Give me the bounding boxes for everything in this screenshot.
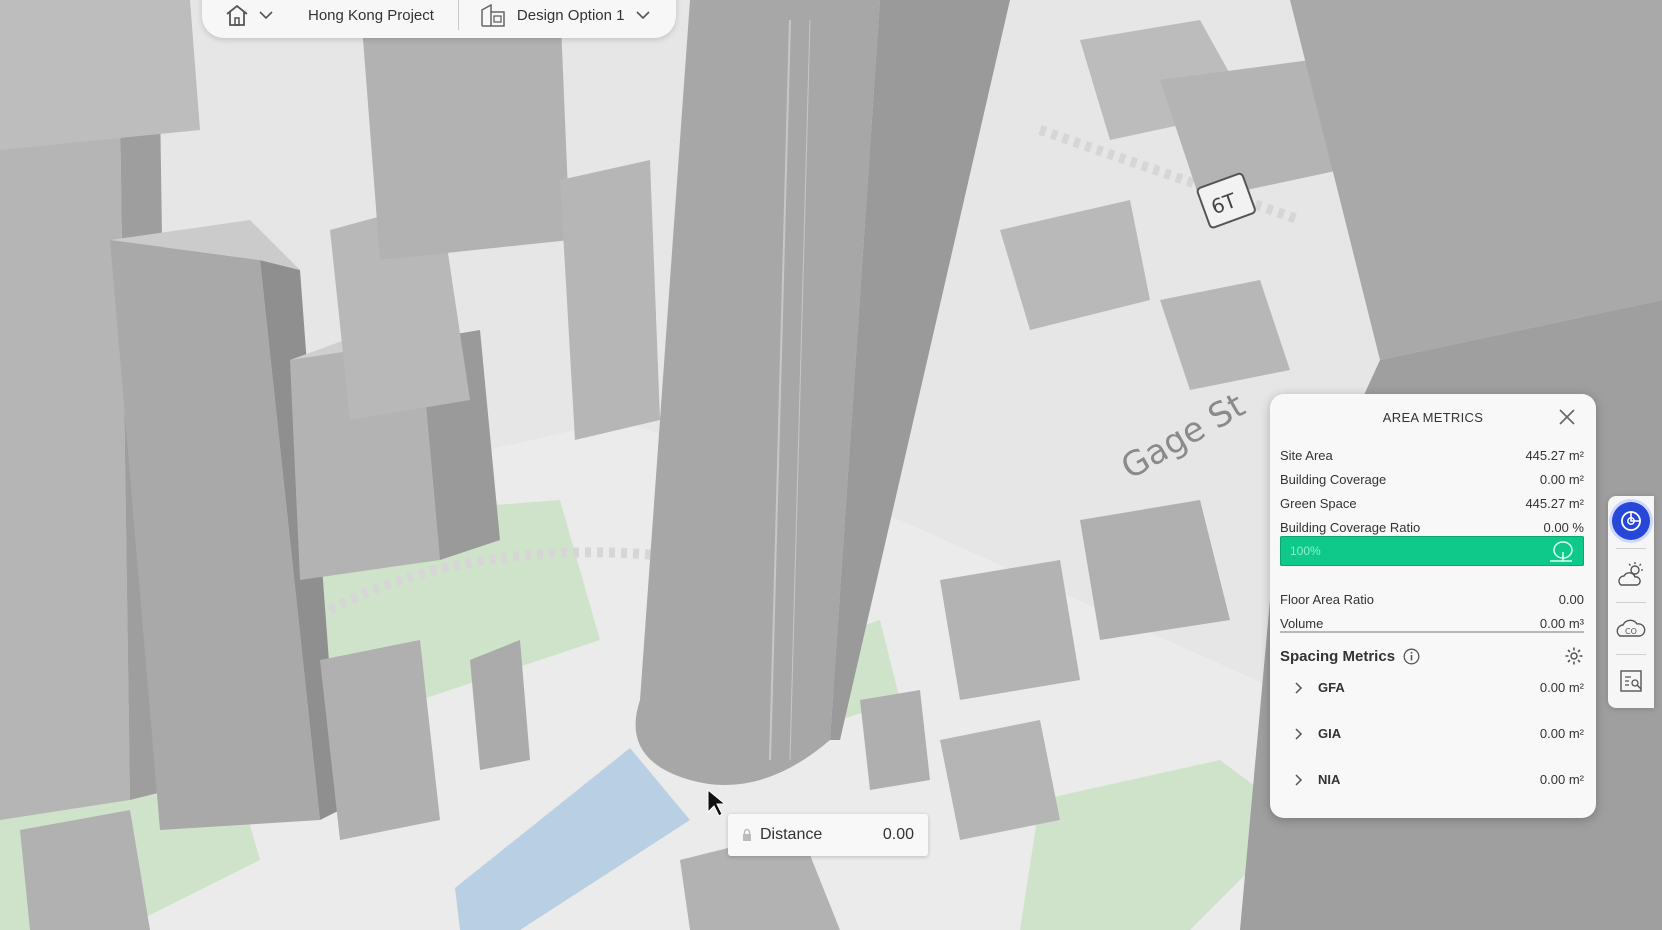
toolbar-divider	[457, 0, 459, 30]
toolbar-divider	[1616, 654, 1646, 655]
analysis-toolbar: CO	[1608, 496, 1654, 708]
distance-readout: Distance 0.00	[728, 814, 928, 856]
project-toolbar: Hong Kong Project Design Option 1	[202, 0, 676, 38]
tree-icon	[1550, 541, 1573, 562]
metric-label: Building Coverage Ratio	[1280, 520, 1421, 535]
metric-label: Volume	[1280, 616, 1324, 631]
metric-value: 445.27 m²	[1525, 496, 1584, 511]
design-option-label: Design Option 1	[516, 6, 625, 24]
chevron-down-icon	[635, 11, 650, 20]
report-button[interactable]	[1612, 662, 1650, 700]
close-icon[interactable]	[1558, 408, 1576, 426]
metric-row-building-coverage: Building Coverage 0.00 m²	[1280, 472, 1584, 487]
metric-value: 0.00 m²	[1539, 472, 1584, 487]
chevron-right-icon	[1295, 773, 1303, 786]
expand-value: 0.00 m²	[1539, 680, 1584, 695]
carbon-analysis-button[interactable]: CO	[1612, 608, 1650, 646]
expand-label: GIA	[1318, 726, 1342, 741]
panel-title: AREA METRICS	[1382, 410, 1484, 425]
metric-row-floor-area-ratio: Floor Area Ratio 0.00	[1280, 592, 1584, 607]
metric-value: 0.00 %	[1543, 520, 1584, 535]
distance-value[interactable]: 0.00	[883, 826, 914, 844]
metrics-icon	[1621, 511, 1641, 531]
area-metrics-button[interactable]	[1612, 502, 1650, 540]
toolbar-divider	[1616, 548, 1646, 549]
coverage-bar-label: 100%	[1290, 544, 1321, 558]
toolbar-divider	[1616, 602, 1646, 603]
metric-value: 445.27 m²	[1525, 448, 1584, 463]
svg-text:CO: CO	[1625, 627, 1637, 636]
gear-icon[interactable]	[1564, 646, 1584, 666]
distance-label: Distance	[760, 826, 823, 843]
building-icon	[481, 3, 505, 27]
expand-row-gfa[interactable]: GFA 0.00 m²	[1280, 680, 1584, 695]
metric-row-volume: Volume 0.00 m³	[1280, 616, 1584, 631]
metric-value: 0.00 m³	[1539, 616, 1584, 631]
expand-label: NIA	[1318, 772, 1341, 787]
expand-value: 0.00 m²	[1539, 726, 1584, 741]
co2-cloud-icon: CO	[1616, 619, 1646, 637]
expand-label: GFA	[1318, 680, 1345, 695]
area-metrics-panel: AREA METRICS Site Area 445.27 m² Buildin…	[1270, 394, 1596, 818]
metric-row-coverage-ratio: Building Coverage Ratio 0.00 %	[1280, 520, 1584, 535]
home-icon	[226, 4, 248, 26]
sun-analysis-button[interactable]	[1612, 556, 1650, 594]
project-name[interactable]: Hong Kong Project	[308, 7, 434, 24]
metric-label: Floor Area Ratio	[1280, 592, 1374, 607]
report-icon	[1620, 670, 1642, 692]
metric-row-green-space: Green Space 445.27 m²	[1280, 496, 1584, 511]
spacing-metrics-title: Spacing Metrics	[1280, 647, 1396, 665]
metric-label: Building Coverage	[1280, 472, 1387, 487]
section-divider	[1280, 631, 1584, 633]
coverage-progress-bar: 100%	[1280, 536, 1584, 566]
sun-cloud-icon	[1618, 562, 1643, 586]
metric-value: 0.00	[1558, 592, 1584, 607]
lock-icon[interactable]	[742, 828, 752, 842]
metric-label: Site Area	[1280, 448, 1333, 463]
expand-row-gia[interactable]: GIA 0.00 m²	[1280, 726, 1584, 741]
chevron-right-icon	[1295, 681, 1303, 694]
metric-label: Green Space	[1280, 496, 1357, 511]
expand-row-nia[interactable]: NIA 0.00 m²	[1280, 772, 1584, 787]
expand-value: 0.00 m²	[1539, 772, 1584, 787]
spacing-metrics-header: Spacing Metrics	[1280, 646, 1584, 666]
info-icon[interactable]	[1403, 648, 1420, 665]
chevron-down-icon	[259, 11, 273, 20]
chevron-right-icon	[1295, 727, 1303, 740]
home-menu-button[interactable]	[224, 3, 274, 27]
design-option-selector[interactable]: Design Option 1	[479, 2, 651, 28]
metric-row-site-area: Site Area 445.27 m²	[1280, 448, 1584, 463]
